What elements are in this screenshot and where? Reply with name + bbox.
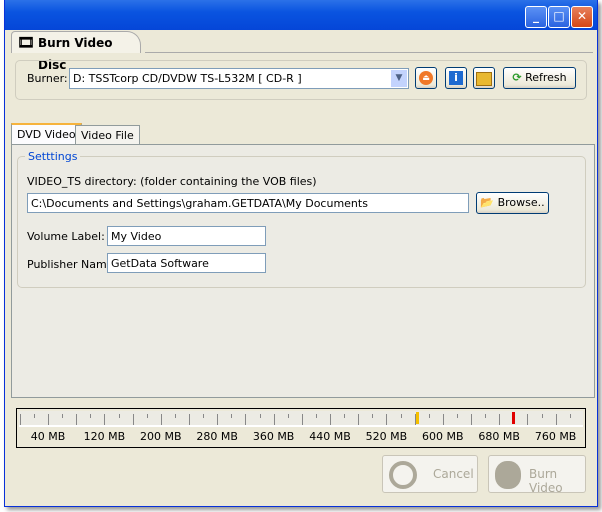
ruler-tick [245,414,247,425]
ruler-tick [442,414,444,425]
eject-button[interactable]: ⏏ [415,67,437,89]
divider [145,52,593,53]
ruler-tick [541,414,543,418]
ruler-tick [118,414,120,418]
burner-label: Burner: [27,72,68,85]
volume-value: My Video [111,230,162,243]
ruler-tick [287,414,289,418]
burner-select[interactable]: D: TSSTcorp CD/DVDW TS-L532M [ CD-R ] ▼ [69,68,409,89]
publisher-label: Publisher Name: [27,258,118,271]
maximize-button[interactable]: □ [548,6,570,28]
ruler-tick [358,414,360,425]
ruler-tick [330,414,331,425]
info-icon: i [449,71,463,85]
ruler-tick [400,414,402,418]
ruler-tick [555,414,557,425]
dir-input[interactable]: C:\Documents and Settings\graham.GETDATA… [27,193,469,213]
ruler-tick [62,414,64,418]
ruler-tick [527,414,529,425]
ruler-labels: 40 MB 120 MB 200 MB 280 MB 360 MB 440 MB 520 M… [17,429,585,445]
ruler-tick [217,414,219,425]
dir-value: C:\Documents and Settings\graham.GETDATA… [31,197,368,210]
ruler-label: 40 MB [30,430,66,443]
ruler-tick [485,414,487,418]
ruler-tick [344,414,346,418]
refresh-icon: ⟳ [512,71,522,84]
document-tab[interactable]: 🎞 Burn Video Disc [11,31,141,72]
ruler-tick [259,414,261,418]
ruler-label: 760 MB [534,430,577,443]
capacity-marker [512,412,516,424]
ruler-label: 360 MB [252,430,295,443]
ruler-tick [174,414,176,418]
ruler-tick [189,414,190,425]
dir-label: VIDEO_TS directory: (folder containing t… [27,175,317,188]
properties-button[interactable] [473,67,495,89]
ruler-tick [19,414,21,425]
ruler-tick [90,414,92,418]
ruler-label: 600 MB [422,430,464,443]
ruler-tick [146,414,148,418]
ruler-tick [160,414,162,425]
ruler-tick [48,414,49,425]
ruler-tick [273,414,275,425]
close-button[interactable]: ✕ [571,6,593,28]
ruler-tick [471,414,472,425]
browse-label: Browse.. [497,196,545,209]
burn-icon [495,461,521,489]
ruler-label: 440 MB [309,430,351,443]
warning-marker [415,412,419,424]
ruler-tick [372,414,374,418]
ruler-label: 120 MB [83,430,126,443]
cancel-label: Cancel [433,467,474,481]
ruler-tick [428,414,430,418]
capacity-ruler: 40 MB 120 MB 200 MB 280 MB 360 MB 440 MB 520 M… [16,408,586,448]
ruler-tick [132,414,134,425]
ruler-tick [76,414,78,425]
burn-label: Burn Video [529,467,563,495]
tab-video-file[interactable]: Video File [75,125,140,145]
ruler-tick [456,414,458,418]
publisher-value: GetData Software [111,257,209,270]
info-button[interactable]: i [445,67,467,89]
ruler-label: 680 MB [478,430,520,443]
ruler-tick [301,414,303,425]
tab-label: Video File [81,129,134,142]
volume-input[interactable]: My Video [107,226,266,246]
tab-label: DVD Video [17,128,76,141]
browse-button[interactable]: 📂 Browse.. [476,192,549,214]
ruler-tick [33,414,35,418]
ruler-track [19,411,583,427]
ruler-tick [386,414,388,425]
film-reel-icon: 🎞 [17,35,35,51]
ruler-tick [231,414,233,418]
ruler-tick [203,414,205,418]
ruler-label: 520 MB [365,430,408,443]
refresh-button[interactable]: ⟳ Refresh [503,67,576,89]
title-bar[interactable]: _ □ ✕ [5,0,597,30]
ruler-tick [315,414,317,418]
burn-video-button[interactable]: Burn Video [488,455,586,495]
publisher-input[interactable]: GetData Software [107,253,266,273]
chevron-down-icon[interactable]: ▼ [391,70,407,87]
ruler-label: 200 MB [140,430,182,443]
settings-legend: Setttings [25,150,81,163]
ruler-tick [104,414,106,425]
cancel-button[interactable]: Cancel [382,455,478,493]
cancel-icon [389,461,417,489]
ruler-tick [569,414,571,418]
refresh-label: Refresh [525,71,567,84]
ruler-label: 280 MB [196,430,238,443]
eject-icon: ⏏ [419,71,433,85]
main-window: _ □ ✕ 🎞 Burn Video Disc Burner: D: TSSTc… [4,0,598,507]
tab-dvd-video[interactable]: DVD Video [11,123,82,145]
minimize-button[interactable]: _ [525,6,547,28]
ruler-tick [499,414,501,425]
folder-tools-icon [476,72,492,86]
burner-value: D: TSSTcorp CD/DVDW TS-L532M [ CD-R ] [73,72,302,85]
folder-open-icon: 📂 [480,196,495,209]
volume-label: Volume Label: [27,230,105,243]
